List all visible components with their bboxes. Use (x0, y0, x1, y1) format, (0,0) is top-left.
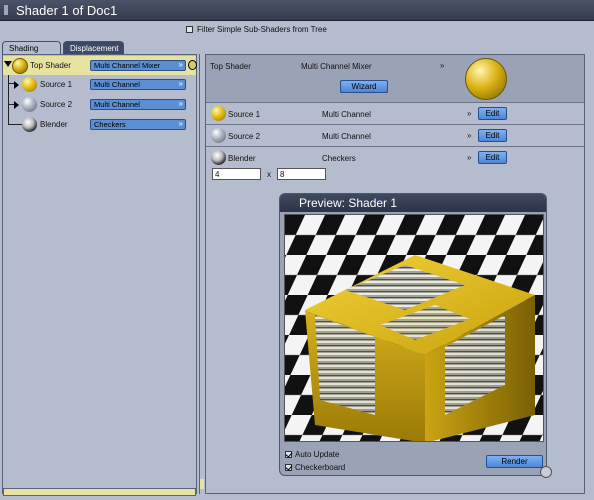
filter-checkbox[interactable] (186, 26, 193, 33)
tree-item-label: Source 2 (40, 100, 73, 109)
cage-ball-icon (12, 58, 28, 74)
dropdown-value: Multi Channel (94, 80, 140, 89)
checker-ball-icon (22, 117, 37, 132)
checkerboard-label: Checkerboard (295, 463, 346, 472)
filter-label: Filter Simple Sub-Shaders from Tree (197, 25, 327, 34)
horizontal-scrollbar[interactable] (3, 488, 196, 496)
chevron-down-icon: » (178, 99, 183, 108)
filter-simple-subshaders[interactable]: Filter Simple Sub-Shaders from Tree (186, 25, 327, 34)
row-label: Source 1 (228, 110, 261, 119)
checker-ball-icon (211, 150, 226, 165)
title-bar: Shader 1 of Doc1 (0, 0, 594, 21)
window-title: Shader 1 of Doc1 (16, 3, 118, 18)
chevron-down-icon: » (178, 79, 183, 88)
collapse-triangle-icon[interactable] (4, 61, 12, 67)
tree-item-label: Top Shader (30, 61, 71, 70)
chevron-down-icon[interactable]: » (440, 61, 444, 70)
grey-ball-icon (211, 128, 226, 143)
tree-item-label: Blender (40, 120, 68, 129)
tab-displacement[interactable]: Displacement (63, 41, 124, 55)
detail-row-blender: Blender Checkers » Edit 4 x 8 (206, 147, 584, 187)
top-shader-type[interactable]: Multi Channel Mixer (301, 62, 372, 71)
grey-ball-icon (22, 97, 37, 112)
row-shader-type[interactable]: Multi Channel (322, 110, 371, 119)
row-label: Source 2 (228, 132, 261, 141)
edit-button[interactable]: Edit (478, 107, 507, 120)
detail-row-source-1: Source 1 Multi Channel » Edit (206, 103, 584, 125)
chevron-down-icon: » (178, 60, 183, 69)
chevron-down-icon[interactable]: » (467, 131, 471, 140)
tab-shading[interactable]: Shading (2, 41, 61, 55)
tree-item-label: Source 1 (40, 80, 73, 89)
shader-type-dropdown[interactable]: Multi Channel Mixer » (90, 60, 186, 71)
preview-panel: Preview: Shader 1 Auto Update Checkerboa… (279, 193, 547, 476)
gold-ball-icon (22, 77, 37, 92)
top-shader-label: Top Shader (210, 62, 251, 71)
detail-row-source-2: Source 2 Multi Channel » Edit (206, 125, 584, 147)
expand-triangle-icon[interactable] (14, 81, 19, 89)
auto-update-checkbox[interactable] (285, 451, 292, 458)
shader-type-dropdown[interactable]: Checkers » (90, 119, 186, 130)
dropdown-value: Checkers (94, 120, 126, 129)
shader-menu-icon[interactable] (188, 60, 197, 70)
splitter-handle[interactable] (200, 479, 204, 489)
row-shader-type[interactable]: Multi Channel (322, 132, 371, 141)
top-shader-block: Top Shader Multi Channel Mixer » Wizard (206, 55, 584, 103)
size-separator: x (267, 170, 271, 179)
row-label: Blender (228, 154, 256, 163)
shader-tree-panel: Top Shader Multi Channel Mixer » Source … (2, 54, 197, 494)
chevron-down-icon[interactable]: » (467, 109, 471, 118)
chevron-down-icon[interactable]: » (467, 153, 471, 162)
dropdown-value: Multi Channel (94, 100, 140, 109)
expand-triangle-icon[interactable] (14, 101, 19, 109)
checker-size-x-field[interactable]: 4 (212, 168, 261, 180)
wizard-button[interactable]: Wizard (340, 80, 388, 93)
edit-button[interactable]: Edit (478, 151, 507, 164)
window-grip-icon[interactable] (4, 5, 8, 15)
gold-ball-icon (211, 106, 226, 121)
shader-type-dropdown[interactable]: Multi Channel » (90, 99, 186, 110)
tree-item-source-1[interactable]: Source 1 Multi Channel » (3, 75, 196, 94)
checkerboard-checkbox[interactable] (285, 464, 292, 471)
tree-item-source-2[interactable]: Source 2 Multi Channel » (3, 95, 196, 114)
preview-render-image (284, 214, 544, 442)
checkerboard-option[interactable]: Checkerboard (285, 463, 345, 472)
cage-ball-icon (465, 58, 507, 100)
row-shader-type[interactable]: Checkers (322, 154, 356, 163)
auto-update-label: Auto Update (295, 450, 340, 459)
rendered-cube-image (285, 215, 543, 441)
render-button[interactable]: Render (486, 455, 543, 468)
checker-size-y-field[interactable]: 8 (277, 168, 326, 180)
chevron-down-icon: » (178, 119, 183, 128)
edit-button[interactable]: Edit (478, 129, 507, 142)
preview-title: Preview: Shader 1 (280, 194, 546, 212)
tree-item-top-shader[interactable]: Top Shader Multi Channel Mixer » (3, 56, 197, 75)
shader-type-dropdown[interactable]: Multi Channel » (90, 79, 186, 90)
dropdown-value: Multi Channel Mixer (94, 61, 161, 70)
auto-update-option[interactable]: Auto Update (285, 450, 339, 459)
tree-item-blender[interactable]: Blender Checkers » (3, 115, 196, 134)
progress-spinner-icon (540, 466, 552, 478)
